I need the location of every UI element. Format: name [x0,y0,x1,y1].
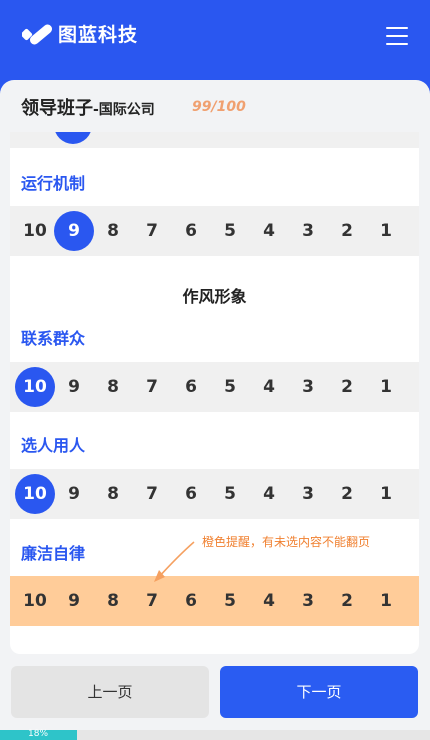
score-option[interactable]: 7 [132,474,172,514]
section-title: 作风形象 [182,287,247,306]
score-option[interactable]: 4 [249,211,289,251]
score-option[interactable]: 3 [288,474,328,514]
option-row-integrity: 10 9 8 7 6 5 4 3 2 1 [10,576,419,626]
brand-name: 图蓝科技 [58,24,139,46]
score-option[interactable]: 5 [210,581,250,621]
prev-page-button[interactable]: 上一页 [11,666,209,718]
score-option[interactable]: 10 [15,211,55,251]
score-option[interactable]: 6 [171,581,211,621]
hamburger-icon[interactable] [386,27,408,47]
check-logo-icon [22,24,52,45]
score-option[interactable]: 5 [210,211,250,251]
score-option[interactable]: 4 [249,474,289,514]
warning-annotation: 橙色提醒，有未选内容不能翻页 [202,535,371,549]
score-option[interactable]: 3 [288,581,328,621]
score-option[interactable]: 8 [93,367,133,407]
score-option[interactable]: 10 [15,367,55,407]
score-option[interactable]: 1 [366,211,406,251]
score-option[interactable]: 7 [132,211,172,251]
score-option[interactable]: 6 [171,367,211,407]
survey-card: 领导班子-国际公司 99/100 运行机制 10 9 8 7 6 5 4 3 2 1 作风形象 联… [0,80,430,654]
option-row-operation: 10 9 8 7 6 5 4 3 2 1 [10,206,419,256]
question-label-integrity: 廉洁自律 [21,544,86,563]
score-option[interactable]: 8 [93,581,133,621]
score-option[interactable]: 7 [132,581,172,621]
score-option[interactable]: 8 [93,211,133,251]
option-row-selection: 10 9 8 7 6 5 4 3 2 1 [10,469,419,519]
question-label-operation: 运行机制 [21,174,86,193]
question-label-selection: 选人用人 [21,436,86,455]
next-page-button[interactable]: 下一页 [220,666,418,718]
survey-score: 99/100 [192,99,246,115]
score-option[interactable]: 9 [54,581,94,621]
score-option[interactable]: 8 [93,474,133,514]
score-option[interactable]: 3 [288,211,328,251]
score-option[interactable]: 10 [15,581,55,621]
score-option[interactable]: 1 [366,474,406,514]
score-option[interactable]: 7 [132,367,172,407]
score-option[interactable]: 3 [288,367,328,407]
score-option[interactable]: 1 [366,581,406,621]
score-option[interactable]: 1 [366,367,406,407]
score-option[interactable]: 2 [327,211,367,251]
progress-bar: 18% [0,729,430,740]
progress-label: 18% [28,729,49,739]
score-option[interactable]: 5 [210,367,250,407]
score-option[interactable]: 9 [54,367,94,407]
score-option[interactable]: 9 [54,211,94,251]
score-option[interactable]: 6 [171,474,211,514]
score-option[interactable]: 4 [249,367,289,407]
score-option[interactable]: 10 [15,474,55,514]
survey-subtitle: -国际公司 [93,102,155,118]
score-option[interactable]: 2 [327,474,367,514]
survey-title: 领导班子 [21,98,93,119]
option-row-contact: 10 9 8 7 6 5 4 3 2 1 [10,362,419,412]
score-option[interactable]: 5 [210,474,250,514]
score-option[interactable]: 9 [54,474,94,514]
score-option[interactable]: 2 [327,367,367,407]
score-option[interactable]: 6 [171,211,211,251]
score-option[interactable]: 2 [327,581,367,621]
question-list[interactable]: 运行机制 10 9 8 7 6 5 4 3 2 1 作风形象 联系群众 10 9 8 7 6 5 4 3 2 1 选… [10,132,419,654]
score-option[interactable]: 4 [249,581,289,621]
question-label-contact: 联系群众 [21,329,86,348]
annotation-arrow-icon [154,541,195,582]
